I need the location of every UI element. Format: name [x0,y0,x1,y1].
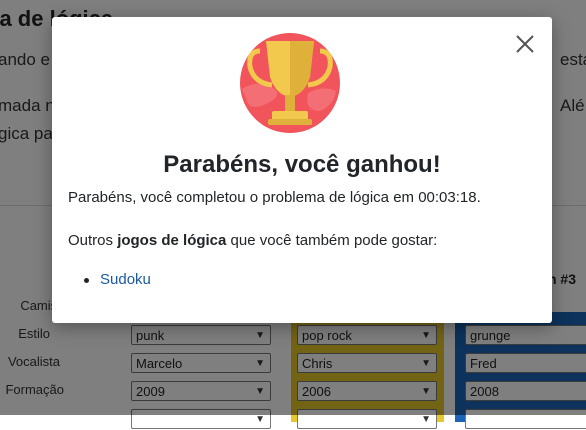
success-modal: Parabéns, você ganhou! Parabéns, você co… [52,17,552,323]
suggestion-text: Outros jogos de lógica que você também p… [68,232,438,249]
trophy-icon [240,33,340,133]
bullet-icon [84,278,89,283]
close-button[interactable] [512,31,538,57]
modal-title: Parabéns, você ganhou! [163,151,441,178]
suggestion-bold: jogos de lógica [117,232,227,249]
close-icon [516,35,534,53]
link-sudoku[interactable]: Sudoku [100,271,151,288]
completion-message: Parabéns, você completou o problema de l… [68,189,481,206]
